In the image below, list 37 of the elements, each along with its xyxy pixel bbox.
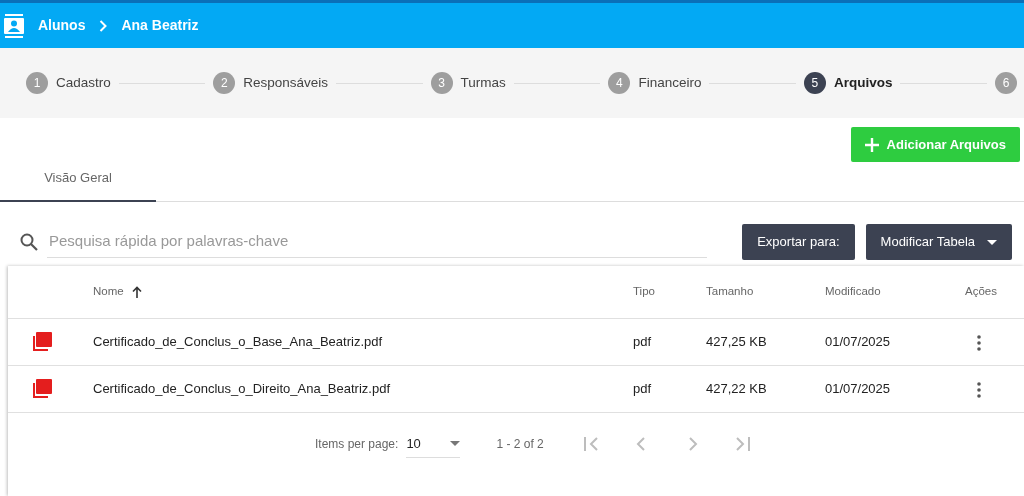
page-range: 1 - 2 of 2	[496, 436, 544, 453]
items-per-page-label: Items per page:	[315, 436, 399, 453]
column-header[interactable]: Tamanho	[706, 283, 754, 301]
export-button[interactable]: Exportar para:	[742, 224, 855, 260]
more-options-icon[interactable]	[977, 334, 981, 351]
items-per-page-select[interactable]: 10	[406, 429, 461, 459]
pdf-file-icon	[32, 332, 52, 353]
table-cell-text: Certificado_de_Conclus_o_Direito_Ana_Beatriz.pdf	[93, 380, 391, 399]
tab[interactable]: Visão Geral	[0, 155, 156, 202]
table-cell-text: pdf	[633, 333, 653, 352]
column-header[interactable]: Modificado	[825, 283, 881, 301]
search-icon	[20, 233, 38, 251]
table-cell-text: 01/07/2025	[825, 333, 892, 352]
table-cell-text: pdf	[633, 380, 653, 399]
more-options-icon[interactable]	[977, 381, 981, 398]
pdf-file-icon	[32, 379, 52, 400]
table-cell-text: 427,22 KB	[706, 380, 768, 399]
step-label[interactable]: Cadastro	[56, 72, 111, 94]
caret-icon	[987, 239, 997, 245]
step-label[interactable]: Responsáveis	[243, 72, 329, 94]
chevron-right-icon	[99, 19, 108, 32]
caret-icon	[450, 441, 461, 446]
step-label[interactable]: Arquivos	[833, 72, 893, 94]
column-header[interactable]: Tipo	[633, 283, 655, 301]
column-header[interactable]: Ações	[965, 283, 997, 301]
step-number[interactable]: 5	[803, 72, 826, 94]
search-field[interactable]: Pesquisa rápida por palavras-chave	[47, 226, 707, 258]
table-cell-text: Certificado_de_Conclus_o_Base_Ana_Beatriz.pdf	[93, 333, 384, 352]
table-cell-text: 01/07/2025	[825, 380, 892, 399]
step-label[interactable]: Financeiro	[638, 72, 702, 94]
column-header[interactable]: Nome	[93, 283, 142, 301]
modify-table-button[interactable]: Modificar Tabela	[865, 224, 1012, 260]
sort-up-arrow-icon	[131, 286, 142, 298]
step-label[interactable]: Turmas	[460, 72, 506, 94]
contact-card-icon	[4, 13, 24, 38]
plus-icon	[864, 137, 879, 152]
table-cell-text: 427,25 KB	[706, 333, 768, 352]
